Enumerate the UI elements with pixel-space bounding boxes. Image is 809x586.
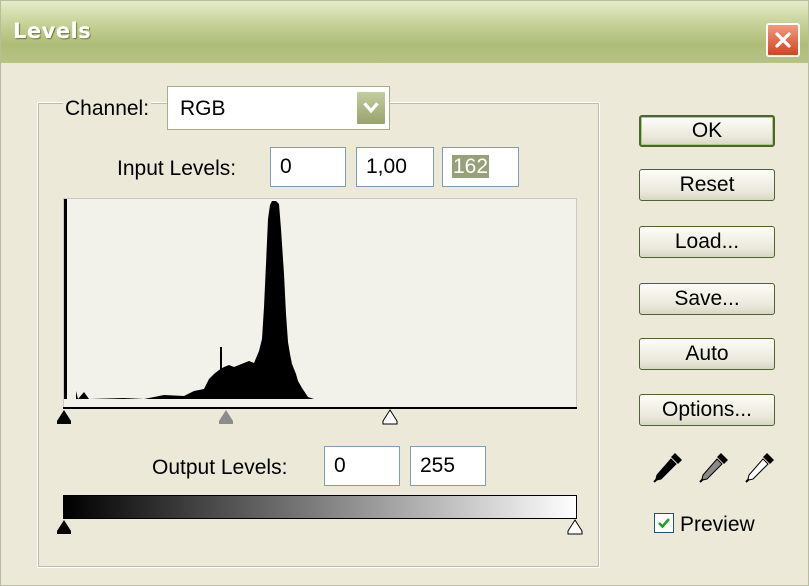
channel-label: Channel: bbox=[63, 97, 152, 121]
options-button[interactable]: Options... bbox=[639, 394, 775, 426]
ok-button[interactable]: OK bbox=[639, 115, 775, 147]
histogram-graph bbox=[64, 199, 314, 399]
preview-checkbox[interactable] bbox=[654, 513, 674, 533]
title-bar[interactable]: Levels bbox=[1, 1, 808, 63]
auto-button[interactable]: Auto bbox=[639, 338, 775, 370]
input-gamma-field[interactable]: 1,00 bbox=[356, 147, 434, 187]
input-levels-label: Input Levels: bbox=[117, 157, 237, 180]
input-slider-track[interactable] bbox=[63, 407, 577, 409]
input-white-slider[interactable] bbox=[381, 409, 399, 425]
save-button[interactable]: Save... bbox=[639, 283, 775, 315]
preview-label[interactable]: Preview bbox=[680, 513, 755, 537]
input-white-value: 162 bbox=[452, 155, 490, 178]
checkmark-icon bbox=[658, 518, 670, 529]
eyedropper-white-icon[interactable] bbox=[743, 450, 777, 484]
chevron-down-icon[interactable] bbox=[356, 91, 386, 125]
levels-dialog: Levels Channel: RGB Input Levels: 0 1,00… bbox=[0, 0, 809, 586]
eyedropper-gray-icon[interactable] bbox=[697, 450, 731, 484]
output-white-field[interactable]: 255 bbox=[410, 446, 486, 486]
output-white-slider[interactable] bbox=[566, 519, 584, 535]
eyedropper-black-icon[interactable] bbox=[651, 450, 685, 484]
output-levels-label: Output Levels: bbox=[152, 456, 288, 479]
output-black-field[interactable]: 0 bbox=[324, 446, 400, 486]
input-gamma-slider[interactable] bbox=[217, 409, 235, 425]
output-black-slider[interactable] bbox=[55, 519, 73, 535]
input-white-field[interactable]: 162 bbox=[442, 147, 519, 187]
close-button[interactable] bbox=[766, 23, 800, 57]
close-icon bbox=[775, 32, 791, 48]
channel-value: RGB bbox=[180, 97, 226, 120]
output-gradient-bar bbox=[63, 495, 577, 519]
channel-select[interactable]: RGB bbox=[167, 86, 390, 130]
input-black-slider[interactable] bbox=[55, 409, 73, 425]
input-black-field[interactable]: 0 bbox=[270, 147, 346, 187]
reset-button[interactable]: Reset bbox=[639, 169, 775, 201]
histogram bbox=[63, 198, 577, 409]
window-title: Levels bbox=[13, 19, 92, 43]
load-button[interactable]: Load... bbox=[639, 226, 775, 258]
